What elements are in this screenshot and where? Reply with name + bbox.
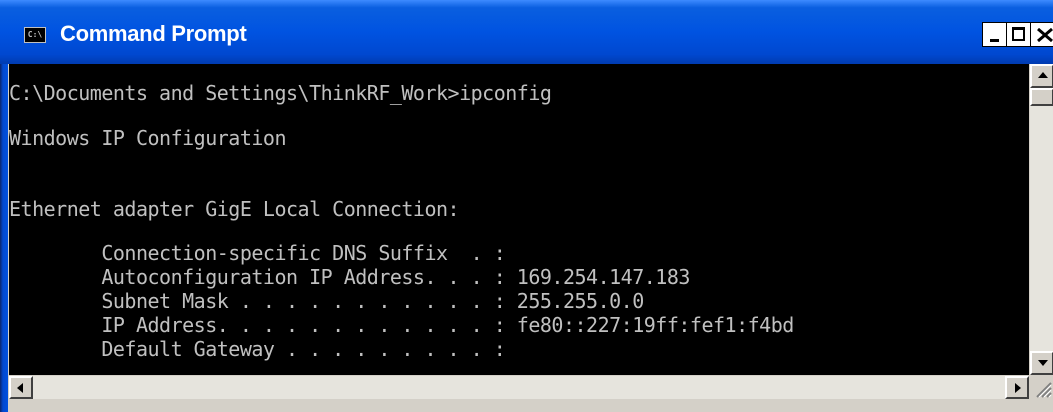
maximize-button[interactable]	[1006, 22, 1031, 47]
app-icon-label: C:\	[27, 30, 43, 39]
vertical-scrollbar[interactable]	[1029, 64, 1053, 375]
scroll-down-button[interactable]	[1030, 351, 1053, 375]
scroll-left-button[interactable]	[9, 376, 33, 399]
console-line-autoconfig-ip: Autoconfiguration IP Address. . . : 169.…	[9, 265, 690, 289]
horizontal-scrollbar[interactable]	[9, 375, 1029, 399]
console-output[interactable]: C:\Documents and Settings\ThinkRF_Work>i…	[9, 64, 1029, 375]
scroll-up-button[interactable]	[1030, 64, 1053, 88]
command-prompt-icon[interactable]: C:\	[24, 27, 46, 43]
console-line-ip-address: IP Address. . . . . . . . . . . . : fe80…	[9, 313, 794, 337]
arrow-up-icon	[1038, 72, 1048, 78]
console-line-prompt: C:\Documents and Settings\ThinkRF_Work>i…	[9, 81, 552, 105]
console-line-default-gateway: Default Gateway . . . . . . . . . :	[9, 337, 506, 361]
console-line-subnet-mask: Subnet Mask . . . . . . . . . . . : 255.…	[9, 289, 644, 313]
scroll-right-button[interactable]	[1005, 376, 1029, 399]
arrow-left-icon	[17, 383, 23, 393]
vertical-scroll-thumb[interactable]	[1030, 88, 1053, 106]
window-title: Command Prompt	[60, 21, 247, 46]
title-bar[interactable]: C:\ Command Prompt	[0, 0, 1053, 64]
close-icon	[1037, 28, 1053, 42]
arrow-down-icon	[1038, 360, 1048, 366]
console-line-dns-suffix: Connection-specific DNS Suffix . :	[9, 241, 506, 265]
resize-grip[interactable]	[1029, 375, 1053, 399]
resize-grip-icon	[1036, 382, 1052, 398]
command-prompt-window: C:\ Command Prompt C:\Documents and Sett…	[0, 0, 1053, 412]
arrow-right-icon	[1015, 383, 1021, 393]
console-line-header: Windows IP Configuration	[9, 126, 286, 150]
close-button[interactable]	[1030, 22, 1053, 47]
minimize-button[interactable]	[982, 22, 1007, 47]
console-line-adapter: Ethernet adapter GigE Local Connection:	[9, 197, 460, 221]
window-bottom-border	[9, 399, 1053, 412]
